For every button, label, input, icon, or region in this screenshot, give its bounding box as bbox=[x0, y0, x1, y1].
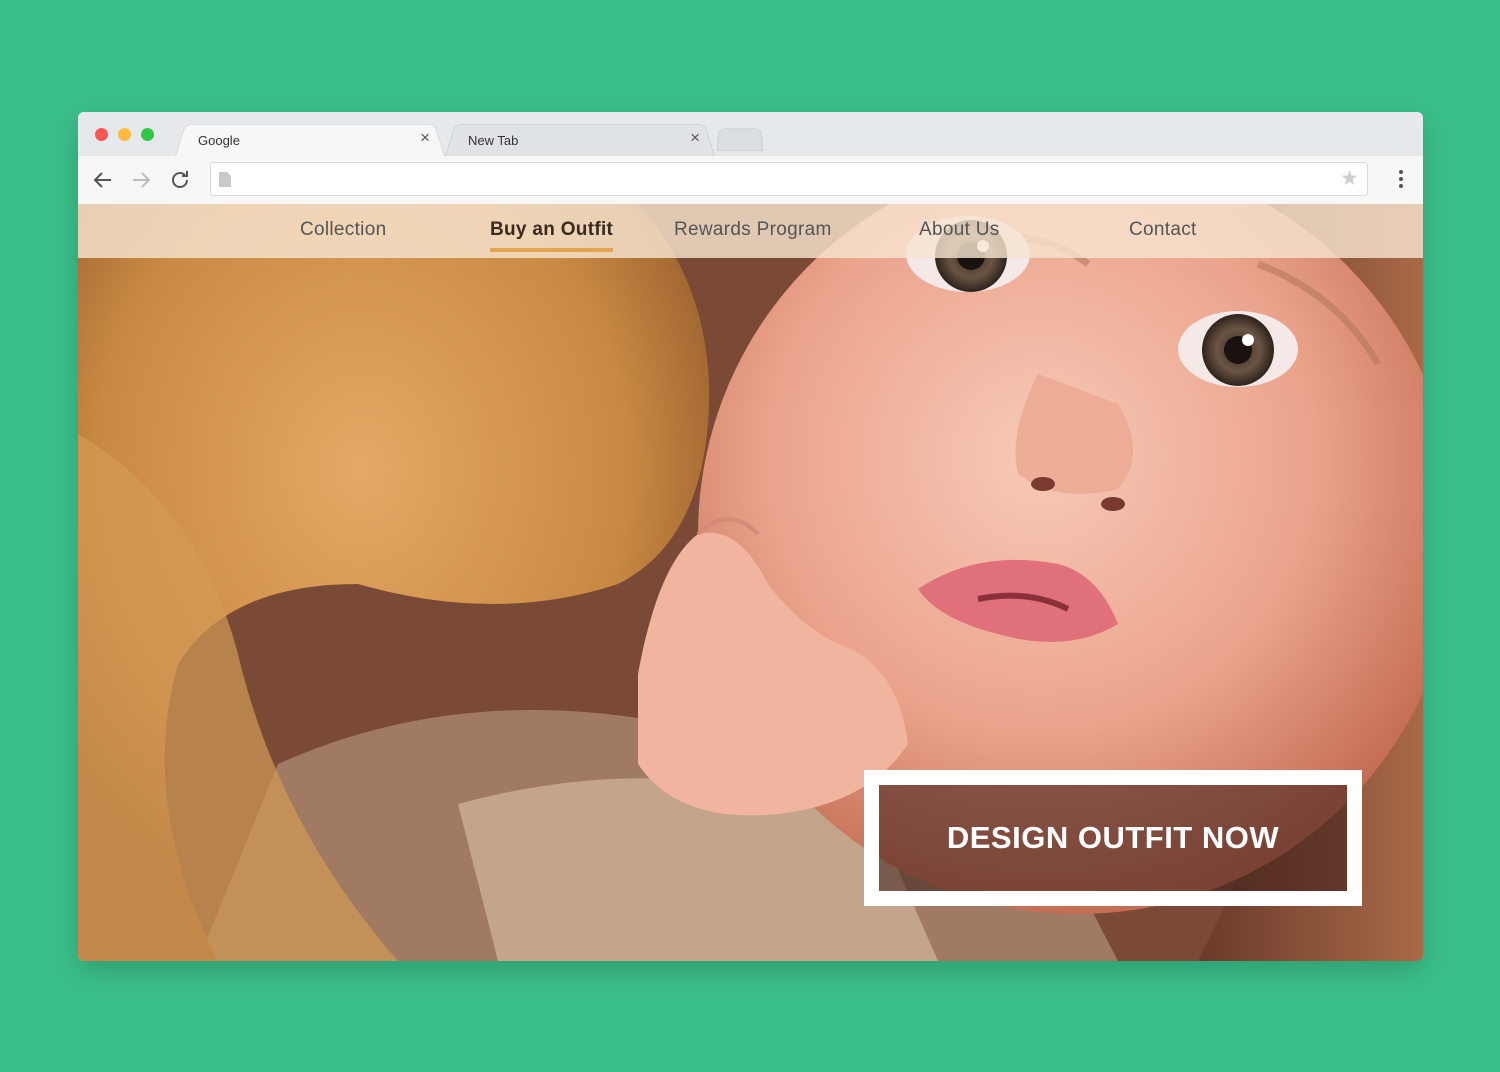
vertical-dots-icon[interactable] bbox=[1399, 170, 1403, 190]
nav-contact[interactable]: Contact bbox=[1129, 219, 1197, 241]
close-window-button[interactable] bbox=[95, 128, 108, 141]
design-outfit-label: DESIGN OUTFIT NOW bbox=[946, 820, 1280, 855]
nav-about-us[interactable]: About Us bbox=[919, 219, 1000, 241]
tab-new-tab[interactable]: New Tab × bbox=[446, 122, 714, 156]
browser-window: Google × New Tab × ★ Collection Buy an O… bbox=[78, 112, 1423, 961]
nav-rewards-program[interactable]: Rewards Program bbox=[674, 219, 832, 241]
site-navigation: Collection Buy an Outfit Rewards Program… bbox=[78, 204, 1423, 258]
maximize-window-button[interactable] bbox=[141, 128, 154, 141]
arrow-left-icon[interactable] bbox=[91, 168, 115, 192]
tab-close-icon[interactable]: × bbox=[420, 129, 430, 147]
page-icon bbox=[219, 172, 231, 187]
new-tab-button[interactable] bbox=[718, 128, 762, 150]
tab-strip: Google × New Tab × bbox=[78, 112, 1423, 156]
nav-buy-an-outfit[interactable]: Buy an Outfit bbox=[490, 219, 614, 252]
tab-close-icon[interactable]: × bbox=[690, 129, 700, 147]
reload-icon[interactable] bbox=[168, 168, 192, 192]
arrow-right-icon[interactable] bbox=[129, 168, 153, 192]
address-bar[interactable]: ★ bbox=[210, 162, 1368, 196]
minimize-window-button[interactable] bbox=[118, 128, 131, 141]
star-icon[interactable]: ★ bbox=[1340, 168, 1359, 190]
tab-google[interactable]: Google × bbox=[176, 122, 444, 156]
active-underline bbox=[490, 248, 614, 252]
tab-title: Google bbox=[198, 133, 240, 148]
nav-buy-an-outfit-label: Buy an Outfit bbox=[490, 219, 614, 240]
web-page: Collection Buy an Outfit Rewards Program… bbox=[78, 204, 1423, 961]
toolbar: ★ bbox=[78, 156, 1423, 205]
tab-title: New Tab bbox=[468, 133, 519, 148]
nav-collection[interactable]: Collection bbox=[300, 219, 386, 241]
design-outfit-button[interactable]: DESIGN OUTFIT NOW bbox=[864, 770, 1362, 906]
